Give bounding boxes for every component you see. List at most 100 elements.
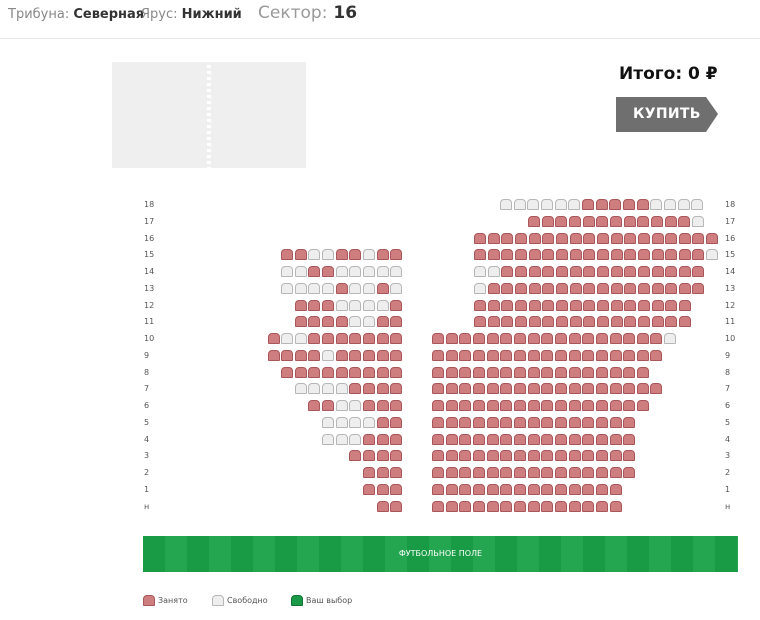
seat[interactable] xyxy=(596,282,609,294)
seat[interactable] xyxy=(568,383,581,395)
seat[interactable] xyxy=(637,232,650,244)
seat[interactable] xyxy=(582,349,595,361)
seat[interactable] xyxy=(568,416,581,428)
seat[interactable] xyxy=(650,199,663,210)
seat[interactable] xyxy=(472,366,485,378)
seat[interactable] xyxy=(281,249,294,261)
seat[interactable] xyxy=(554,400,567,411)
seat[interactable] xyxy=(665,316,678,328)
seat[interactable] xyxy=(472,349,485,361)
seat[interactable] xyxy=(513,349,526,361)
seat[interactable] xyxy=(528,282,541,294)
seat[interactable] xyxy=(568,500,581,512)
seat[interactable] xyxy=(500,199,512,210)
seat[interactable] xyxy=(595,500,608,512)
seat[interactable] xyxy=(432,433,444,445)
seat[interactable] xyxy=(349,349,362,361)
seat[interactable] xyxy=(349,383,362,395)
seat[interactable] xyxy=(363,282,376,294)
seat[interactable] xyxy=(527,366,540,378)
seat[interactable] xyxy=(583,299,596,311)
seat[interactable] xyxy=(390,316,403,328)
seat[interactable] xyxy=(486,383,499,395)
seat[interactable] xyxy=(335,316,348,328)
seat[interactable] xyxy=(582,433,595,445)
seat[interactable] xyxy=(501,232,514,244)
seat[interactable] xyxy=(308,266,321,277)
seat[interactable] xyxy=(582,450,595,462)
seat[interactable] xyxy=(322,333,335,344)
seat[interactable] xyxy=(651,316,664,328)
seat[interactable] xyxy=(363,249,376,261)
seat[interactable] xyxy=(376,400,389,411)
seat[interactable] xyxy=(486,467,499,478)
seat[interactable] xyxy=(610,299,623,311)
seat[interactable] xyxy=(610,316,623,328)
seat[interactable] xyxy=(308,400,321,411)
seat[interactable] xyxy=(432,366,444,378)
seat[interactable] xyxy=(582,467,595,478)
seat[interactable] xyxy=(554,433,567,445)
seat[interactable] xyxy=(390,366,403,378)
seat[interactable] xyxy=(568,483,581,495)
seat[interactable] xyxy=(692,232,705,244)
seat[interactable] xyxy=(459,349,472,361)
seat[interactable] xyxy=(610,266,623,277)
seat[interactable] xyxy=(609,416,622,428)
seat[interactable] xyxy=(515,266,527,277)
seat[interactable] xyxy=(472,383,485,395)
seat[interactable] xyxy=(528,215,540,227)
seat[interactable] xyxy=(474,249,486,261)
seat[interactable] xyxy=(281,333,294,344)
seat[interactable] xyxy=(515,232,527,244)
seat[interactable] xyxy=(294,383,307,395)
seat[interactable] xyxy=(515,249,527,261)
seat[interactable] xyxy=(513,433,526,445)
seat[interactable] xyxy=(349,366,362,378)
seat[interactable] xyxy=(527,199,540,210)
seat[interactable] xyxy=(583,282,596,294)
seat[interactable] xyxy=(363,433,376,445)
seat[interactable] xyxy=(554,416,567,428)
seat[interactable] xyxy=(513,199,526,210)
seat[interactable] xyxy=(528,299,541,311)
seat[interactable] xyxy=(542,249,555,261)
seat[interactable] xyxy=(376,282,389,294)
seat[interactable] xyxy=(581,199,594,210)
seat[interactable] xyxy=(501,299,514,311)
seat[interactable] xyxy=(678,282,691,294)
seat[interactable] xyxy=(335,433,348,445)
seat[interactable] xyxy=(294,349,307,361)
seat[interactable] xyxy=(624,282,637,294)
seat[interactable] xyxy=(541,483,554,495)
seat[interactable] xyxy=(637,266,650,277)
seat[interactable] xyxy=(459,500,472,512)
seat[interactable] xyxy=(445,383,458,395)
seat[interactable] xyxy=(624,316,637,328)
seat[interactable] xyxy=(513,500,526,512)
seat[interactable] xyxy=(678,215,691,227)
seat[interactable] xyxy=(363,416,376,428)
seat[interactable] xyxy=(322,249,335,261)
seat[interactable] xyxy=(541,215,554,227)
seat[interactable] xyxy=(363,400,376,411)
seat[interactable] xyxy=(445,400,458,411)
seat[interactable] xyxy=(609,433,622,445)
seat[interactable] xyxy=(486,349,499,361)
seat[interactable] xyxy=(322,400,335,411)
seat[interactable] xyxy=(376,249,389,261)
seat[interactable] xyxy=(651,266,664,277)
seat[interactable] xyxy=(500,450,513,462)
seat[interactable] xyxy=(582,500,595,512)
seat[interactable] xyxy=(554,450,567,462)
seat[interactable] xyxy=(678,316,691,328)
seat[interactable] xyxy=(294,266,307,277)
seat[interactable] xyxy=(528,266,541,277)
seat[interactable] xyxy=(376,500,389,512)
seat[interactable] xyxy=(650,215,663,227)
seat[interactable] xyxy=(528,316,541,328)
seat[interactable] xyxy=(459,383,472,395)
seat[interactable] xyxy=(582,416,595,428)
seat[interactable] xyxy=(376,333,389,344)
seat[interactable] xyxy=(596,215,609,227)
